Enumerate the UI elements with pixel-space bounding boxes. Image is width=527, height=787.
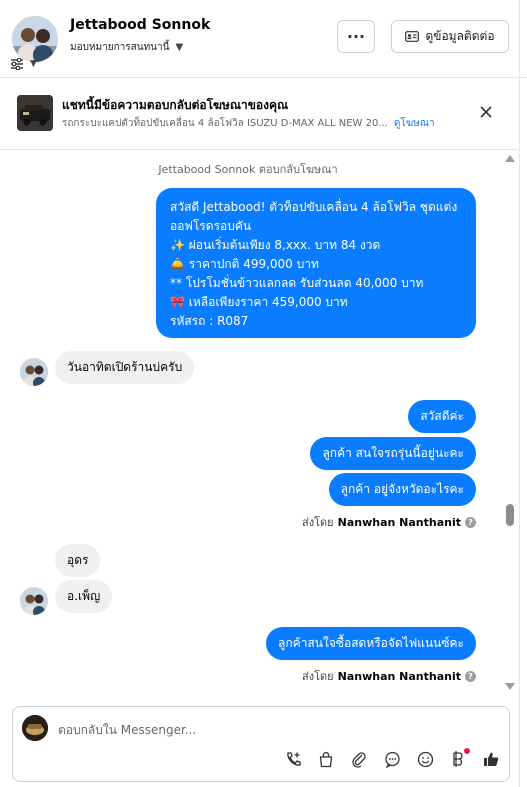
ad-banner-description: รถกระบะแคปตัวท็อปขับเคลื่อน 4 ล้อโฟวิล I… [62,116,435,131]
message-composer[interactable]: ตอบกลับใน Messenger... [12,706,510,782]
ad-description-text: รถกระบะแคปตัวท็อปขับเคลื่อน 4 ล้อโฟวิล I… [62,118,388,129]
outgoing-message[interactable]: สวัสดีค่ะ [408,400,476,433]
close-icon[interactable] [478,104,494,120]
more-options-button[interactable]: ··· [337,20,375,53]
outgoing-message[interactable]: ลูกค้า อยู่จังหวัดอะไรคะ [328,473,476,506]
filter-menu[interactable]: ▼ [10,58,37,70]
sent-by-label: ส่งโดย Nanwhan Nanthanit ? [302,513,476,531]
view-ad-link[interactable]: ดูโฆษณา [394,118,435,129]
call-add-icon[interactable] [283,749,303,769]
info-icon[interactable]: ? [465,516,476,528]
ad-thumbnail[interactable] [17,95,53,131]
notification-dot [464,748,470,754]
sliders-icon [11,58,23,70]
sent-by-prefix: ส่งโดย [302,516,334,529]
composer-toolbar [283,748,501,769]
info-icon[interactable]: ? [465,670,476,682]
contact-avatar-small [20,358,48,386]
incoming-message[interactable]: วันอาทิตเปิดร้านบ่ครับ [55,351,195,384]
page-avatar [22,715,48,741]
outgoing-message[interactable]: ลูกค้าสนใจซื้อสดหรือจัดไฟแนนซ์คะ [266,627,476,660]
view-contact-button[interactable]: ดูข้อมูลติดต่อ [391,20,509,53]
view-contact-label: ดูข้อมูลติดต่อ [425,29,495,43]
thumbs-up-icon[interactable] [481,749,501,769]
assign-conversation-dropdown[interactable]: มอบหมายการสนทนานี้ ▼ [70,40,183,55]
panel-divider [519,0,520,787]
contact-avatar-small [20,587,48,615]
incoming-message[interactable]: อ.เพ็ญ [55,580,113,613]
assign-label: มอบหมายการสนทนานี้ [70,42,170,53]
chevron-down-icon: ▼ [30,59,37,69]
ad-reply-note: Jettabood Sonnok ตอบกลับโฆษณา [158,163,338,176]
ad-message-bubble[interactable]: สวัสดี Jettabood! ตัวท็อปขับเคลื่อน 4 ล้… [156,188,476,338]
scroll-up-arrow[interactable] [505,155,515,162]
sender-name[interactable]: Nanwhan Nanthanit [338,670,461,683]
shopping-bag-icon[interactable] [316,749,336,769]
sent-by-prefix: ส่งโดย [302,670,334,683]
saved-replies-icon[interactable] [382,749,402,769]
more-icon: ··· [346,27,366,46]
contact-card-icon [405,31,420,42]
message-thread[interactable]: Jettabood Sonnok ตอบกลับโฆษณา สวัสดี Jet… [0,151,518,703]
attachment-icon[interactable] [349,749,369,769]
sender-name[interactable]: Nanwhan Nanthanit [338,516,461,529]
ad-reply-banner: แชทนี้มีข้อความตอบกลับต่อโฆษณาของคุณ รถก… [0,79,518,150]
contact-name[interactable]: Jettabood Sonnok [70,17,210,33]
contact-avatar[interactable] [12,16,58,62]
scrollbar-thumb[interactable] [506,504,514,526]
outgoing-message[interactable]: ลูกค้า สนใจรถรุ่นนี้อยู่นะคะ [310,437,476,470]
ad-banner-title: แชทนี้มีข้อความตอบกลับต่อโฆษณาของคุณ [62,98,289,112]
conversation-header: Jettabood Sonnok มอบหมายการสนทนานี้ ▼ ▼ … [0,0,527,78]
payment-baht-icon[interactable] [448,748,470,769]
emoji-icon[interactable] [415,749,435,769]
scroll-down-arrow[interactable] [505,683,515,690]
incoming-message[interactable]: อุดร [55,544,101,577]
chevron-down-icon: ▼ [175,42,184,53]
sent-by-label: ส่งโดย Nanwhan Nanthanit ? [302,667,476,685]
reply-input[interactable]: ตอบกลับใน Messenger... [58,721,196,740]
